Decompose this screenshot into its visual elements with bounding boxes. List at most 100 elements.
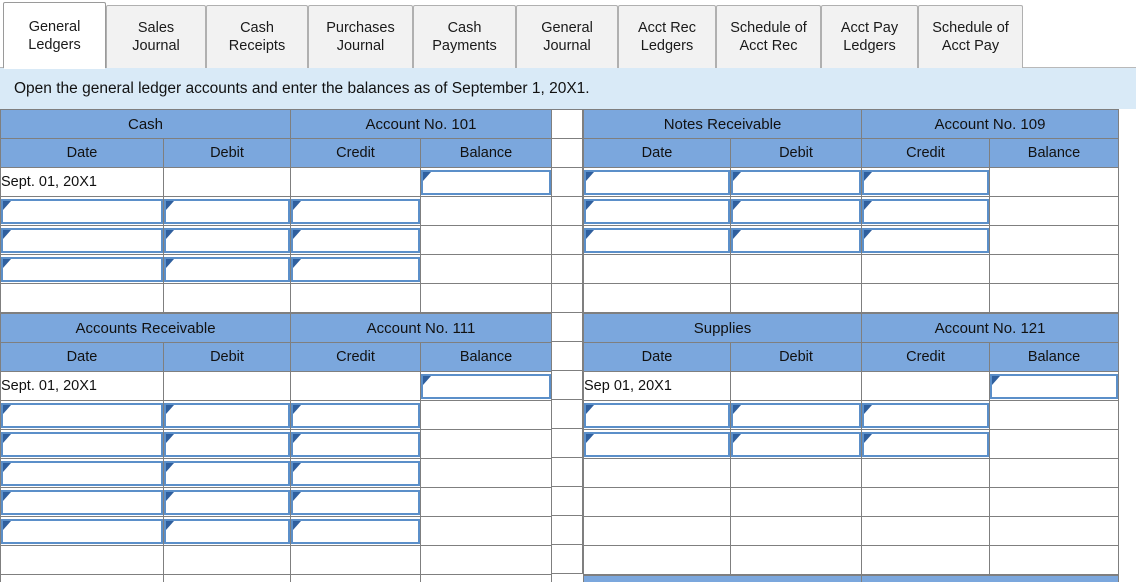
empty-cell <box>730 283 862 313</box>
cash-row1-credit-field-input[interactable] <box>296 200 415 222</box>
tab-acct-rec-ledgers[interactable]: Acct Rec Ledgers <box>618 5 716 68</box>
cash-opening-balance-field[interactable] <box>421 169 551 195</box>
cash-opening-balance-field-input[interactable] <box>426 171 546 193</box>
supplies-row1-debit-field[interactable] <box>731 402 862 428</box>
accounts-receivable-row5-credit-field-input[interactable] <box>296 520 416 542</box>
accounts-receivable-row5-credit-field[interactable] <box>291 518 421 544</box>
cash-row1-date-field-input[interactable] <box>6 200 158 222</box>
accounts-receivable-row5-date-field-input[interactable] <box>6 520 158 542</box>
cash-row1-credit-field[interactable] <box>291 198 420 224</box>
supplies-row2-date-field-input[interactable] <box>589 433 725 455</box>
supplies-row2-credit-field-input[interactable] <box>867 433 985 455</box>
accounts-receivable-row3-credit-field-input[interactable] <box>296 462 416 484</box>
accounts-receivable-row3-date-field-input[interactable] <box>6 462 158 484</box>
cash-row3-credit-field-input[interactable] <box>296 258 415 280</box>
accounts-receivable-row2-debit-field-input[interactable] <box>169 433 286 455</box>
cash-row1-debit-field-input[interactable] <box>169 200 285 222</box>
notes-receivable-row2-credit-field-input[interactable] <box>867 200 984 222</box>
accounts-receivable-row1-debit-field-input[interactable] <box>169 404 286 426</box>
notes-receivable-row1-credit-field[interactable] <box>862 169 989 195</box>
tab-general-journal[interactable]: General Journal <box>516 5 618 68</box>
notes-receivable-row3-debit-field-input[interactable] <box>736 229 856 251</box>
tab-cash-payments[interactable]: Cash Payments <box>413 5 516 68</box>
tab-schedule-acct-pay[interactable]: Schedule of Acct Pay <box>918 5 1023 68</box>
accounts-receivable-row4-debit-field[interactable] <box>164 489 291 515</box>
cash-row3-debit-field[interactable] <box>164 256 290 282</box>
notes-receivable-row3-debit-field[interactable] <box>731 227 861 253</box>
accounts-receivable-row5-debit-field[interactable] <box>164 518 291 544</box>
accounts-receivable-row1-credit-field-input[interactable] <box>296 404 416 426</box>
accounts-receivable-opening-balance-field[interactable] <box>421 373 552 399</box>
supplies-row1-credit-field-input[interactable] <box>867 404 985 426</box>
accounts-receivable-row1-credit-field[interactable] <box>291 402 421 428</box>
accounts-receivable-row2-credit-field[interactable] <box>291 431 421 457</box>
notes-receivable-row2-debit-field[interactable] <box>731 198 861 224</box>
accounts-receivable-row2-debit-field[interactable] <box>164 431 291 457</box>
accounts-receivable-row5-debit-field-input[interactable] <box>169 520 286 542</box>
accounts-receivable-row4-date-field[interactable] <box>1 489 163 515</box>
accounts-receivable-row2-date-field-input[interactable] <box>6 433 158 455</box>
notes-receivable-row1-date-field-input[interactable] <box>589 171 725 193</box>
accounts-receivable-row5-date-field[interactable] <box>1 518 163 544</box>
accounts-receivable-opening-debit-cell <box>162 371 292 401</box>
accounts-receivable-row4-debit-field-input[interactable] <box>169 491 286 513</box>
tab-schedule-acct-rec[interactable]: Schedule of Acct Rec <box>716 5 821 68</box>
supplies-row1-date-field[interactable] <box>584 402 730 428</box>
cash-row1-date-field[interactable] <box>1 198 163 224</box>
supplies-row1-credit-field[interactable] <box>862 402 990 428</box>
supplies-row2-credit-field[interactable] <box>862 431 990 457</box>
accounts-receivable-row4-date-field-input[interactable] <box>6 491 158 513</box>
cash-row2-date-field-input[interactable] <box>6 229 158 251</box>
tab-sales-journal[interactable]: Sales Journal <box>106 5 206 68</box>
accounts-receivable-row4-credit-field[interactable] <box>291 489 421 515</box>
cash-row3-debit-field-input[interactable] <box>169 258 285 280</box>
cash-row3-date-field-input[interactable] <box>6 258 158 280</box>
accounts-receivable-row2-credit-field-input[interactable] <box>296 433 416 455</box>
tab-cash-receipts[interactable]: Cash Receipts <box>206 5 308 68</box>
notes-receivable-row3-credit-field[interactable] <box>862 227 989 253</box>
notes-receivable-row1-credit-field-input[interactable] <box>867 171 984 193</box>
accounts-receivable-row3-date-field[interactable] <box>1 460 163 486</box>
cash-row2-credit-field-input[interactable] <box>296 229 415 251</box>
supplies-opening-balance-field[interactable] <box>990 373 1119 399</box>
cash-row1-debit-field[interactable] <box>164 198 290 224</box>
opening-balance-row: Sept. 01, 20X1 <box>0 371 553 401</box>
notes-receivable-row2-date-field-input[interactable] <box>589 200 725 222</box>
notes-receivable-row3-credit-field-input[interactable] <box>867 229 984 251</box>
notes-receivable-row1-date-field[interactable] <box>584 169 730 195</box>
accounts-receivable-row1-date-field-input[interactable] <box>6 404 158 426</box>
ledger-entry-row <box>0 254 552 284</box>
accounts-receivable-row1-date-field[interactable] <box>1 402 163 428</box>
accounts-receivable-row3-credit-field[interactable] <box>291 460 421 486</box>
tab-acct-pay-ledgers[interactable]: Acct Pay Ledgers <box>821 5 918 68</box>
notes-receivable-row2-debit-field-input[interactable] <box>736 200 856 222</box>
accounts-receivable-row3-debit-field[interactable] <box>164 460 291 486</box>
supplies-row2-debit-field-input[interactable] <box>736 433 857 455</box>
cash-row2-credit-field[interactable] <box>291 227 420 253</box>
notes-receivable-row3-date-field[interactable] <box>584 227 730 253</box>
notes-receivable-row2-date-field[interactable] <box>584 198 730 224</box>
supplies-row2-date-field[interactable] <box>584 431 730 457</box>
cash-row3-credit-field[interactable] <box>291 256 420 282</box>
accounts-receivable-row4-credit-field-input[interactable] <box>296 491 416 513</box>
accounts-receivable-row3-debit-field-input[interactable] <box>169 462 286 484</box>
cash-row2-date-field[interactable] <box>1 227 163 253</box>
notes-receivable-row1-debit-field-input[interactable] <box>736 171 856 193</box>
cash-row2-debit-field-input[interactable] <box>169 229 285 251</box>
accounts-receivable-row2-date-field[interactable] <box>1 431 163 457</box>
supplies-row1-debit-field-input[interactable] <box>736 404 857 426</box>
notes-receivable-row3-date-field-input[interactable] <box>589 229 725 251</box>
cash-row2-debit-field[interactable] <box>164 227 290 253</box>
notes-receivable-row1-debit-field[interactable] <box>731 169 861 195</box>
accounts-receivable-row1-debit-field[interactable] <box>164 402 291 428</box>
tab-general-ledgers[interactable]: General Ledgers <box>3 2 106 69</box>
cash-row3-date-field[interactable] <box>1 256 163 282</box>
supplies-row2-debit-field[interactable] <box>731 431 862 457</box>
supplies-opening-balance-field-input[interactable] <box>995 375 1114 397</box>
ledger-account-no-supplies: Account No. 121 <box>861 313 1120 343</box>
tab-purchases-journal[interactable]: Purchases Journal <box>308 5 413 68</box>
empty-cell <box>0 574 164 582</box>
accounts-receivable-opening-balance-field-input[interactable] <box>426 375 547 397</box>
notes-receivable-row2-credit-field[interactable] <box>862 198 989 224</box>
supplies-row1-date-field-input[interactable] <box>589 404 725 426</box>
